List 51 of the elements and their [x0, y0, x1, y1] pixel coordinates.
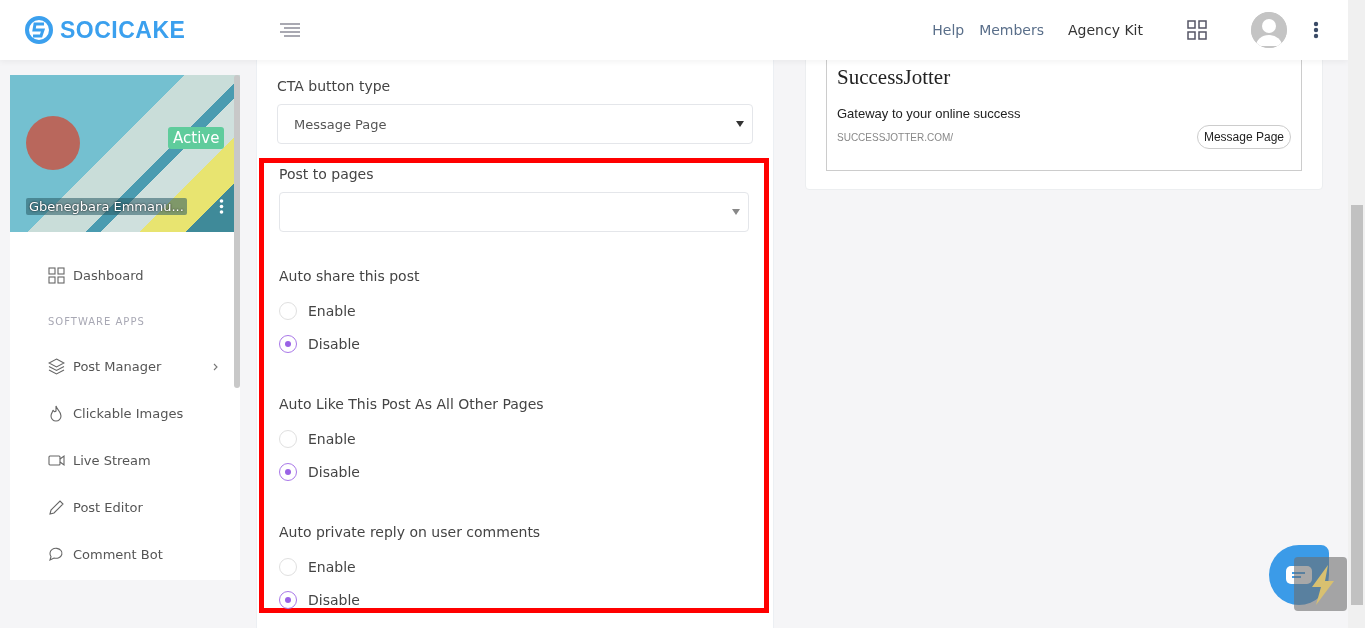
option-label[interactable]: Disable: [308, 335, 360, 352]
pencil-icon: [48, 499, 65, 516]
caret-icon: [732, 209, 740, 215]
preview-url: SUCCESSJOTTER.COM/: [837, 131, 954, 143]
scrollbar[interactable]: [1348, 0, 1365, 628]
caret-icon: [736, 121, 744, 127]
overlay-widget[interactable]: [1294, 557, 1347, 611]
flame-icon: [48, 405, 65, 422]
menu-icon[interactable]: [280, 23, 300, 37]
sidebar-item[interactable]: Clickable Images: [48, 390, 228, 437]
section-heading: SOFTWARE APPS: [48, 314, 146, 329]
apps-grid-icon[interactable]: [1187, 20, 1207, 40]
sidebar-item[interactable]: Dashboard: [48, 252, 228, 299]
option-label[interactable]: Disable: [308, 463, 360, 480]
chat-icon: [1286, 566, 1312, 584]
preview-title: SuccessJotter: [837, 65, 952, 90]
nav-link[interactable]: Help: [932, 22, 965, 38]
status-label: Active: [168, 127, 225, 149]
sidebar-item[interactable]: Post Editor: [48, 484, 228, 531]
more-icon[interactable]: [1313, 21, 1319, 39]
option-label[interactable]: Enable: [308, 558, 356, 575]
option-label[interactable]: Enable: [308, 302, 356, 319]
more-icon[interactable]: [219, 199, 224, 214]
grid-icon: [48, 267, 65, 284]
sidebar-item[interactable]: Live Stream: [48, 437, 228, 484]
layers-icon: [48, 358, 65, 375]
sidebar-item[interactable]: Comment Bot: [48, 531, 228, 578]
cta-button[interactable]: Message Page: [1196, 125, 1291, 149]
group-label: Auto Like This Post As All Other Pages: [279, 396, 545, 412]
profile-name: Gbenegbara Emmanu...: [26, 198, 187, 215]
group-label: Auto share this post: [279, 268, 421, 284]
chat-icon: [48, 546, 65, 563]
nav-link[interactable]: Agency Kit: [1068, 22, 1143, 38]
select-field[interactable]: [279, 192, 749, 232]
logo-icon: [24, 15, 54, 45]
preview-description: Gateway to your online success: [837, 106, 1022, 121]
scrollbar-thumb[interactable]: [1351, 205, 1363, 605]
nav-link[interactable]: Members: [979, 22, 1045, 38]
video-icon: [48, 452, 65, 469]
group-label: Auto private reply on user comments: [279, 524, 542, 540]
avatar-icon[interactable]: [1251, 12, 1287, 48]
logo-text: SOCICAKE: [60, 16, 186, 44]
option-label[interactable]: Disable: [308, 591, 360, 608]
select-field[interactable]: Message Page: [277, 104, 753, 144]
sidebar-item[interactable]: Post Manager: [48, 343, 228, 390]
field-label: Post to pages: [279, 166, 375, 182]
option-label[interactable]: Enable: [308, 430, 356, 447]
field-label: CTA button type: [277, 78, 392, 94]
chat-button[interactable]: [1269, 545, 1329, 605]
scrollbar-thumb[interactable]: [234, 75, 240, 388]
avatar-photo-placeholder: [26, 116, 80, 170]
